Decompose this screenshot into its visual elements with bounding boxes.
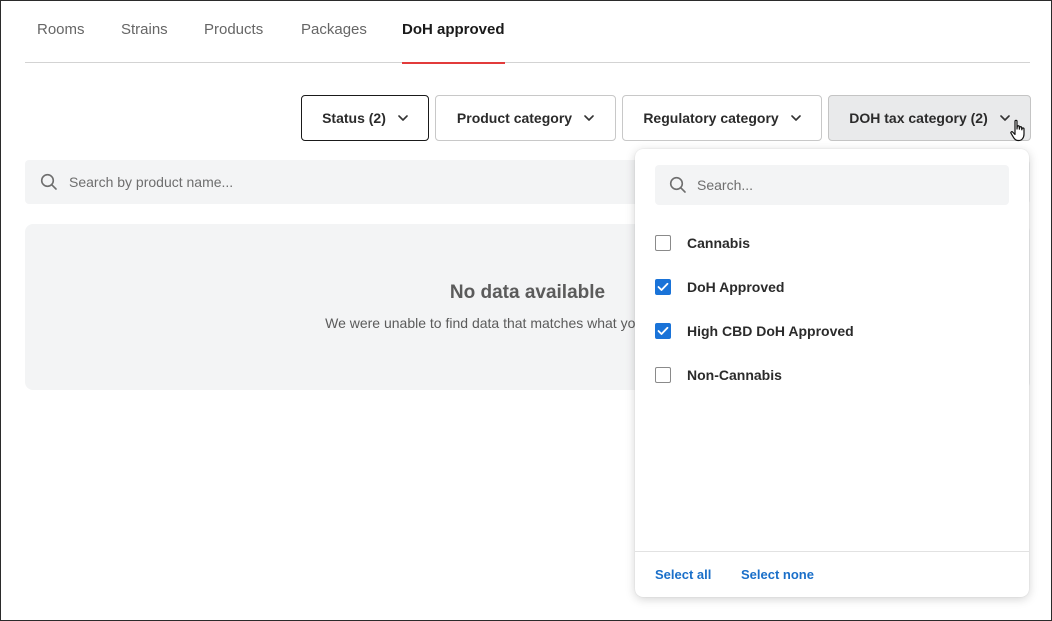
dropdown-search-input[interactable] <box>697 165 997 205</box>
doh-tax-category-dropdown: Cannabis DoH Approved High CBD DoH Appro… <box>635 149 1029 597</box>
doh-tax-category-filter-label: DOH tax category (2) <box>849 110 988 126</box>
app-window: Rooms Strains Products Packages DoH appr… <box>0 0 1052 621</box>
checkbox-unchecked[interactable] <box>655 367 671 383</box>
option-label: Non-Cannabis <box>687 367 782 383</box>
chevron-down-icon <box>790 115 801 121</box>
checkmark-icon <box>657 326 669 335</box>
dropdown-footer: Select all Select none <box>635 551 1029 597</box>
tab-rooms[interactable]: Rooms <box>37 21 85 63</box>
regulatory-category-filter-label: Regulatory category <box>643 110 779 126</box>
product-search-input[interactable] <box>69 160 629 204</box>
option-cannabis[interactable]: Cannabis <box>655 231 995 255</box>
checkbox-checked[interactable] <box>655 323 671 339</box>
chevron-down-icon <box>584 115 594 121</box>
doh-tax-category-filter-button[interactable]: DOH tax category (2) <box>828 95 1031 141</box>
dropdown-search-bar <box>655 165 1009 205</box>
option-label: Cannabis <box>687 235 751 251</box>
checkbox-unchecked[interactable] <box>655 235 671 251</box>
regulatory-category-filter-button[interactable]: Regulatory category <box>622 95 822 141</box>
search-icon <box>40 173 58 196</box>
option-label: DoH Approved <box>687 279 785 295</box>
select-all-link[interactable]: Select all <box>655 567 711 582</box>
product-category-filter-button[interactable]: Product category <box>435 95 616 141</box>
option-label: High CBD DoH Approved <box>687 323 854 339</box>
product-category-filter-label: Product category <box>456 110 573 126</box>
chevron-down-icon <box>398 115 408 121</box>
hand-pointer-cursor-icon <box>1009 119 1029 148</box>
checkbox-checked[interactable] <box>655 279 671 295</box>
checkmark-icon <box>657 282 669 291</box>
option-high-cbd-doh-approved[interactable]: High CBD DoH Approved <box>655 319 995 343</box>
option-doh-approved[interactable]: DoH Approved <box>655 275 995 299</box>
tab-products[interactable]: Products <box>204 21 263 63</box>
status-filter-label: Status (2) <box>322 110 386 126</box>
option-non-cannabis[interactable]: Non-Cannabis <box>655 363 995 387</box>
tab-doh-approved[interactable]: DoH approved <box>402 21 505 64</box>
tab-bar: Rooms Strains Products Packages DoH appr… <box>25 1 1030 64</box>
search-icon <box>669 176 687 199</box>
select-none-link[interactable]: Select none <box>741 567 814 582</box>
status-filter-button[interactable]: Status (2) <box>301 95 429 141</box>
tab-strains[interactable]: Strains <box>121 21 168 63</box>
tab-packages[interactable]: Packages <box>301 21 367 63</box>
